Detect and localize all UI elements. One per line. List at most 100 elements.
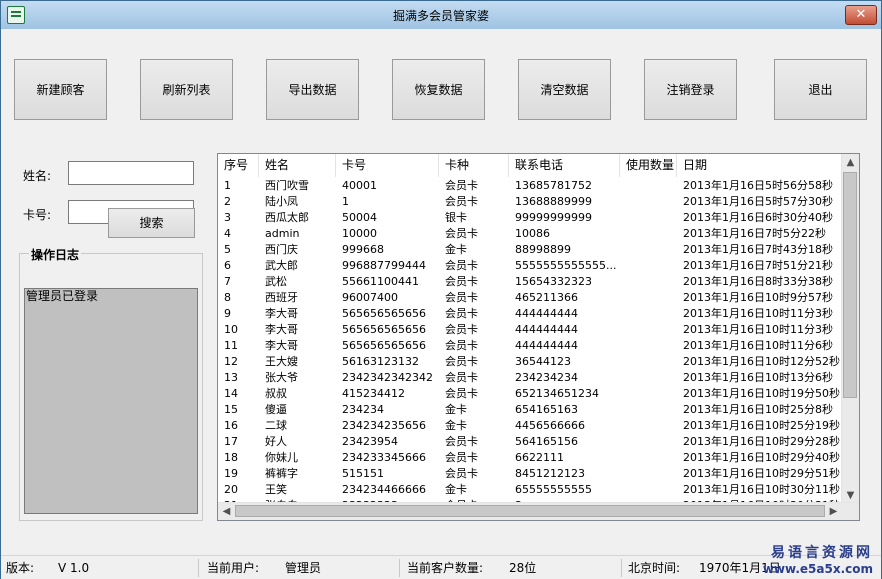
current-user-value: 管理员 [285,561,322,575]
vertical-scroll-thumb[interactable] [843,172,857,398]
table-row[interactable]: 4 admin 10000 会员卡 10086 2013年1月16日7时5分22秒 [218,226,843,242]
table-row[interactable]: 20 王笑 234234466666 金卡 65555555555 2013年1月16日1… [218,482,843,498]
cell-usage [620,434,677,450]
cell-date: 2013年1月16日10时13分6秒 [683,371,833,384]
cell-date: 2013年1月16日10时29分40秒 [683,451,840,464]
table-row[interactable]: 1 西门吹雪 40001 会员卡 13685781752 2013年1月16日5时56分5… [218,178,843,194]
new-customer-button[interactable]: 新建顾客 [14,59,107,120]
table-row[interactable]: 11 李大哥 565656565656 会员卡 444444444 2013年1月16日1… [218,338,843,354]
cell-name: 王笑 [265,483,287,496]
chevron-up-icon[interactable]: ▲ [842,154,859,171]
cell-index: 19 [224,467,238,480]
cell-usage [620,370,677,386]
vertical-scrollbar[interactable]: ▲ ▼ [841,154,859,504]
chevron-right-icon[interactable]: ▶ [825,503,842,520]
cell-usage [620,290,677,306]
status-divider [399,559,400,577]
cell-index: 4 [224,227,231,240]
table-row[interactable]: 15 傻逼 234234 金卡 654165163 2013年1月16日10时25分8秒 [218,402,843,418]
cell-card-number: 234234235656 [342,419,426,432]
card-label: 卡号: [23,208,52,222]
list-rows: 1 西门吹雪 40001 会员卡 13685781752 2013年1月16日5时56分5… [218,178,843,504]
cell-card-number: 999668 [342,243,384,256]
table-row[interactable]: 16 二球 234234235656 金卡 4456566666 2013年1月16日10… [218,418,843,434]
table-row[interactable]: 9 李大哥 565656565656 会员卡 444444444 2013年1月16日10… [218,306,843,322]
column-header-phone[interactable]: 联系电话 [509,154,620,177]
column-header-card-number[interactable]: 卡号 [336,154,439,177]
column-header-date[interactable]: 日期 [677,154,843,177]
cell-index: 11 [224,339,238,352]
table-row[interactable]: 14 叔叔 415234412 会员卡 652134651234 2013年1月16日10… [218,386,843,402]
cell-index: 20 [224,483,238,496]
table-row[interactable]: 10 李大哥 565656565656 会员卡 444444444 2013年1月16日1… [218,322,843,338]
search-button[interactable]: 搜索 [108,208,195,238]
cell-date: 2013年1月16日10时29分28秒 [683,435,840,448]
cell-card-type: 会员卡 [445,467,478,480]
cell-card-number: 565656565656 [342,307,426,320]
column-header-card-type[interactable]: 卡种 [439,154,509,177]
log-textbox[interactable]: 管理员已登录 [24,288,198,514]
table-row[interactable]: 5 西门庆 999668 金卡 88998899 2013年1月16日7时43分18秒 [218,242,843,258]
cell-card-type: 金卡 [445,419,467,432]
cell-name: 西瓜太郎 [265,211,309,224]
title-bar[interactable]: 掘满多会员管家婆 ✕ [1,1,881,29]
list-header: 序号 姓名 卡号 卡种 联系电话 使用数量 日期 [218,154,843,177]
clear-data-button[interactable]: 清空数据 [518,59,611,120]
cell-card-number: 96007400 [342,291,398,304]
cell-card-number: 996887799444 [342,259,426,272]
table-row[interactable]: 6 武大郎 996887799444 会员卡 5555555555555... 2013年… [218,258,843,274]
column-header-usage[interactable]: 使用数量 [620,154,677,177]
main-window: 掘满多会员管家婆 ✕ 新建顾客 刷新列表 导出数据 恢复数据 清空数据 注销登录… [0,0,882,579]
cell-name: 二球 [265,419,287,432]
customer-list[interactable]: 序号 姓名 卡号 卡种 联系电话 使用数量 日期 1 西门吹雪 40001 会员卡 13… [217,153,860,521]
cell-card-type: 金卡 [445,403,467,416]
status-divider [198,559,199,577]
beijing-time-label: 北京时间: [628,561,681,575]
cell-phone: 564165156 [515,435,578,448]
cell-card-type: 会员卡 [445,307,478,320]
horizontal-scroll-thumb[interactable] [235,505,825,517]
cell-phone: 88998899 [515,243,571,256]
log-group-title: 操作日志 [29,246,82,263]
cell-card-type: 会员卡 [445,387,478,400]
cell-phone: 652134651234 [515,387,599,400]
cell-card-type: 会员卡 [445,227,478,240]
cell-card-number: 23423954 [342,435,398,448]
cell-card-number: 55661100441 [342,275,419,288]
cell-name: admin [265,227,300,240]
table-row[interactable]: 3 西瓜太郎 50004 银卡 99999999999 2013年1月16日6时30分40… [218,210,843,226]
horizontal-scrollbar[interactable]: ◀ ▶ [218,502,859,520]
cell-usage [620,226,677,242]
cell-card-type: 会员卡 [445,451,478,464]
cell-name: 叔叔 [265,387,287,400]
status-bar: 版本: V 1.0 当前用户: 管理员 当前客户数量: 28位 北京时间: 19… [1,555,881,579]
table-row[interactable]: 7 武松 55661100441 会员卡 15654332323 2013年1月16日8时… [218,274,843,290]
cell-phone: 99999999999 [515,211,592,224]
table-row[interactable]: 19 裤裤字 515151 会员卡 8451212123 2013年1月16日10时29分… [218,466,843,482]
cell-card-type: 会员卡 [445,355,478,368]
cell-card-number: 234234 [342,403,384,416]
name-input[interactable] [68,161,194,185]
cell-card-type: 会员卡 [445,195,478,208]
restore-data-button[interactable]: 恢复数据 [392,59,485,120]
close-button[interactable]: ✕ [845,5,877,25]
table-row[interactable]: 18 你妹儿 234233345666 会员卡 6622111 2013年1月16日10时… [218,450,843,466]
export-data-button[interactable]: 导出数据 [266,59,359,120]
table-row[interactable]: 12 王大嫂 56163123132 会员卡 36544123 2013年1月16日10时… [218,354,843,370]
exit-button[interactable]: 退出 [774,59,867,120]
table-row[interactable]: 13 张大爷 2342342342342 会员卡 234234234 2013年1月16日… [218,370,843,386]
logout-button[interactable]: 注销登录 [644,59,737,120]
refresh-list-button[interactable]: 刷新列表 [140,59,233,120]
table-row[interactable]: 8 西班牙 96007400 会员卡 465211366 2013年1月16日10时9分5… [218,290,843,306]
column-header-index[interactable]: 序号 [218,154,259,177]
table-row[interactable]: 17 好人 23423954 会员卡 564165156 2013年1月16日10时29分… [218,434,843,450]
cell-usage [620,338,677,354]
cell-index: 3 [224,211,231,224]
cell-date: 2013年1月16日10时19分50秒 [683,387,840,400]
cell-name: 裤裤字 [265,467,298,480]
cell-usage [620,274,677,290]
chevron-left-icon[interactable]: ◀ [218,503,235,520]
cell-usage [620,482,677,498]
column-header-name[interactable]: 姓名 [259,154,336,177]
table-row[interactable]: 2 陆小凤 1 会员卡 13688889999 2013年1月16日5时57分30秒 [218,194,843,210]
